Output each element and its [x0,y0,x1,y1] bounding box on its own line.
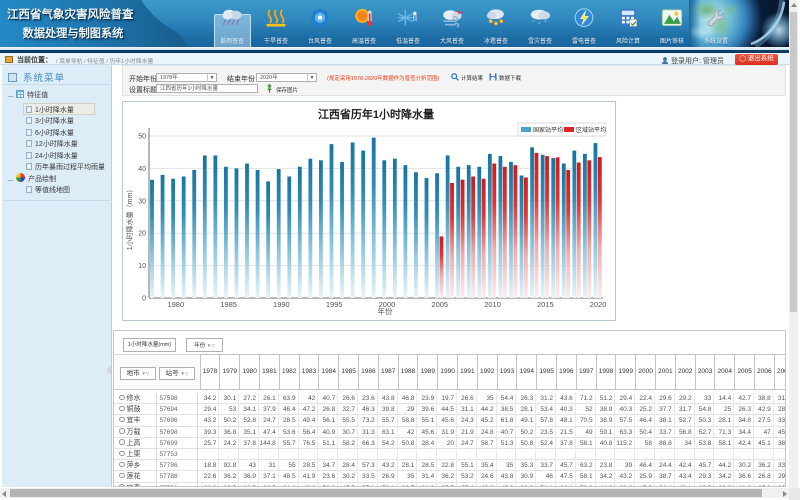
svg-text:2015: 2015 [537,300,554,309]
svg-text:江西省历年1小时降水量: 江西省历年1小时降水量 [318,107,434,121]
svg-text:区域站平均: 区域站平均 [576,126,606,134]
svg-text:2010: 2010 [484,300,501,309]
svg-text:40: 40 [138,166,146,173]
svg-text:*: * [538,21,541,27]
svg-text:0: 0 [142,296,146,303]
svg-text:20: 20 [138,231,146,238]
svg-text:国家站平均: 国家站平均 [533,126,563,134]
svg-text:1990: 1990 [273,300,290,309]
svg-text:10: 10 [138,263,146,270]
svg-text:1995: 1995 [326,300,343,309]
svg-text:50: 50 [138,134,146,141]
svg-text:*: * [544,20,547,27]
svg-text:30: 30 [138,198,146,205]
svg-text:1小时降水量（mm）: 1小时降水量（mm） [125,186,134,251]
svg-text:1980: 1980 [167,300,184,309]
svg-text:2020: 2020 [590,300,607,309]
svg-text:2005: 2005 [431,300,448,309]
svg-text:*: * [532,20,535,27]
svg-text:年份: 年份 [378,306,393,316]
svg-text:1985: 1985 [220,300,237,309]
